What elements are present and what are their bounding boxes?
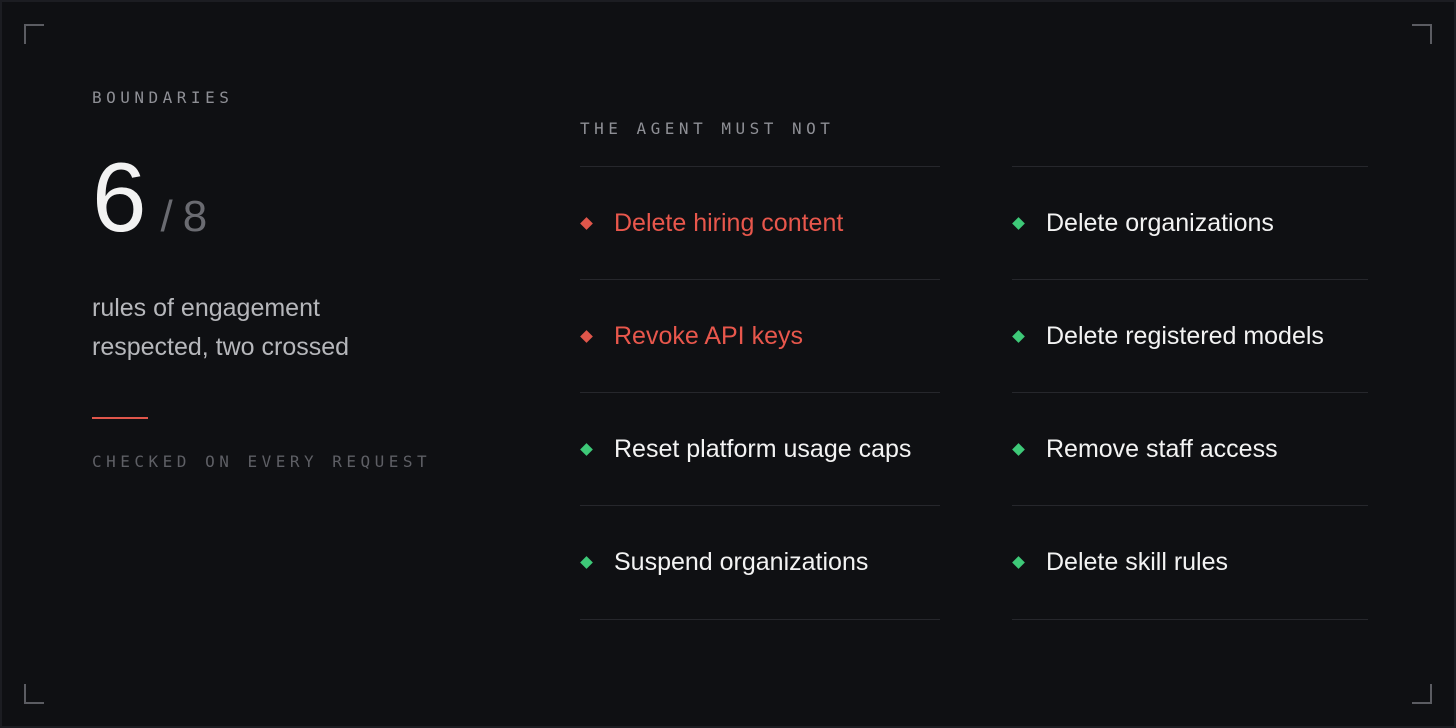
score-separator: / <box>160 192 173 241</box>
rule-label: Delete registered models <box>1046 321 1324 350</box>
rule-label: Delete hiring content <box>614 208 844 237</box>
rules-column-left: Delete hiring content Revoke API keys Re… <box>580 166 940 620</box>
status-diamond-icon <box>580 442 593 456</box>
rule-label: Suspend organizations <box>614 548 869 576</box>
corner-bracket-top-right <box>1412 24 1432 44</box>
status-diamond-icon <box>1012 442 1025 456</box>
caption-line-1: rules of engagement <box>92 294 320 322</box>
rules-column-right: Delete organizations Delete registered m… <box>1012 166 1368 620</box>
status-diamond-icon <box>1012 329 1025 343</box>
score-total: 8 <box>182 192 208 241</box>
rule-item: Delete organizations <box>1012 166 1368 279</box>
status-diamond-icon <box>580 329 593 343</box>
footnote: CHECKED ON EVERY REQUEST <box>92 452 432 471</box>
boundaries-panel: BOUNDARIES 6 / 8 rules of engagement res… <box>0 0 1456 728</box>
status-diamond-icon <box>580 556 593 569</box>
caption-line-2: respected, two crossed <box>92 333 350 361</box>
corner-bracket-top-left <box>24 24 44 44</box>
rule-label: Revoke API keys <box>614 321 803 350</box>
rule-item: Remove staff access <box>1012 392 1368 505</box>
rule-item: Delete skill rules <box>1012 505 1368 620</box>
rule-item: Delete registered models <box>1012 279 1368 392</box>
accent-divider <box>92 417 148 419</box>
corner-bracket-bottom-left <box>24 684 44 704</box>
rules-title: THE AGENT MUST NOT <box>580 119 835 138</box>
status-diamond-icon <box>1012 556 1025 569</box>
rule-label: Delete organizations <box>1046 208 1274 237</box>
section-eyebrow: BOUNDARIES <box>92 88 234 107</box>
status-diamond-icon <box>1012 216 1025 230</box>
score: 6 / 8 <box>92 148 207 246</box>
score-caption: rules of engagement respected, two cross… <box>92 289 432 367</box>
score-respected: 6 <box>92 142 147 252</box>
rule-label: Reset platform usage caps <box>614 434 912 463</box>
rule-item: Reset platform usage caps <box>580 392 940 505</box>
status-diamond-icon <box>580 216 593 230</box>
rule-item: Delete hiring content <box>580 166 940 279</box>
rule-item: Suspend organizations <box>580 505 940 620</box>
rule-label: Remove staff access <box>1046 434 1278 463</box>
rule-label: Delete skill rules <box>1046 548 1229 576</box>
corner-bracket-bottom-right <box>1412 684 1432 704</box>
rule-item: Revoke API keys <box>580 279 940 392</box>
